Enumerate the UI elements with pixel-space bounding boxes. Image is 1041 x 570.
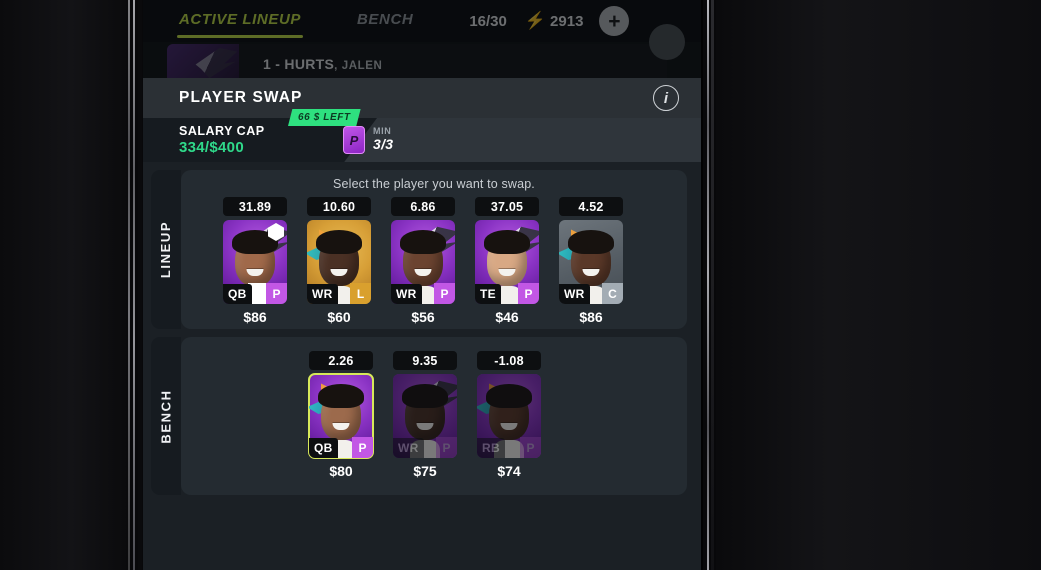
sidebar-item-bench[interactable]: BENCH (151, 337, 181, 495)
player-position-bar: QB P (309, 437, 373, 458)
team-spikes-icon (489, 378, 541, 418)
min-text: MIN 3/3 (373, 126, 394, 153)
player-tier-badge: P (434, 283, 455, 304)
player-position: QB (223, 283, 252, 304)
player-tier-badge: P (518, 283, 539, 304)
player-tier-badge: C (602, 283, 623, 304)
player-score: 2.26 (309, 351, 373, 370)
player-position-bar: TE P (475, 283, 539, 304)
lineup-section: LINEUP Select the player you want to swa… (151, 170, 687, 329)
player-card[interactable]: 4.52 WR C $86 (559, 197, 623, 325)
player-portrait: WR P (391, 220, 455, 304)
phone-bezel-left-2 (133, 0, 135, 570)
player-card[interactable]: 9.35 WR P $75 (393, 351, 457, 479)
player-jersey (410, 440, 440, 458)
player-score: -1.08 (477, 351, 541, 370)
modal-header: PLAYER SWAP i (143, 78, 701, 118)
player-portrait: WR C (559, 220, 623, 304)
player-card[interactable]: 2.26 QB P $80 (308, 351, 374, 479)
player-card[interactable]: 10.60 WR L $60 (307, 197, 371, 325)
modal-body: LINEUP Select the player you want to swa… (143, 162, 701, 570)
player-score: 37.05 (475, 197, 539, 216)
player-head (402, 384, 448, 440)
backdrop-right (716, 0, 1041, 570)
player-portrait: WR P (393, 374, 457, 458)
player-position-bar: WR L (307, 283, 371, 304)
player-price: $74 (497, 463, 521, 479)
player-jersey (494, 440, 524, 458)
player-position: WR (393, 437, 424, 458)
info-icon[interactable]: i (653, 85, 679, 111)
phone-bezel-right-2 (707, 0, 709, 570)
player-score: 31.89 (223, 197, 287, 216)
player-price: $56 (411, 309, 435, 325)
salary-cap-bar: SALARY CAP 334/$400 66 $ LEFT P MIN 3/3 (143, 109, 701, 162)
player-score: 4.52 (559, 197, 623, 216)
player-position-bar: QB P (223, 283, 287, 304)
player-swap-modal: PLAYER SWAP i SALARY CAP 334/$400 66 $ L… (143, 78, 701, 570)
player-card[interactable]: 37.05 TE P $46 (475, 197, 539, 325)
player-price: $75 (413, 463, 437, 479)
premium-card-icon: P (343, 126, 365, 154)
player-position: RB (477, 437, 505, 458)
player-position: QB (309, 437, 338, 458)
player-tier-badge: P (436, 437, 457, 458)
team-logo-icon (412, 380, 457, 416)
min-value: 3/3 (373, 136, 394, 153)
player-position: TE (475, 283, 501, 304)
player-head (400, 230, 446, 286)
player-tier-badge: P (352, 437, 373, 458)
player-head (484, 230, 530, 286)
phone-bezel-left-3 (138, 0, 142, 570)
player-score: 9.35 (393, 351, 457, 370)
player-head (568, 230, 614, 286)
phone-bezel-left (128, 0, 130, 570)
team-fin-icon (477, 396, 519, 414)
player-tier-badge: P (266, 283, 287, 304)
player-head (318, 384, 364, 440)
sidebar-item-lineup-label: LINEUP (158, 220, 174, 279)
player-score: 6.86 (391, 197, 455, 216)
page-title: PLAYER SWAP (179, 89, 303, 106)
player-position: WR (307, 283, 338, 304)
player-position: WR (559, 283, 590, 304)
sidebar-item-bench-label: BENCH (158, 388, 174, 444)
phone-screen: ACTIVE LINEUP BENCH 16/30 ⚡ 2913 + 1 - H… (143, 0, 701, 570)
player-position-bar: RB P (477, 437, 541, 458)
bench-card-row: 2.26 QB P $80 9.35 WR P $75 -1.08 RB P $74 (181, 337, 687, 479)
player-portrait: TE P (475, 220, 539, 304)
player-head (486, 384, 532, 440)
player-price: $86 (243, 309, 267, 325)
bench-section: BENCH 2.26 QB P $80 9.35 WR P $75 -1.08 RB P $74 (151, 337, 687, 495)
screenshot-root: ACTIVE LINEUP BENCH 16/30 ⚡ 2913 + 1 - H… (0, 0, 1041, 570)
player-price: $46 (495, 309, 519, 325)
player-head (232, 230, 278, 286)
lineup-card-row: 31.89 QB P $86 10.60 WR L $60 6.86 WR P $56 37.05 TE P… (181, 191, 687, 325)
player-score: 10.60 (307, 197, 371, 216)
player-tier-badge: L (350, 283, 371, 304)
phone-bezel-right-3 (711, 0, 714, 570)
min-requirement-group: P MIN 3/3 (343, 118, 393, 162)
player-head (316, 230, 362, 286)
player-card[interactable]: 31.89 QB P $86 (223, 197, 287, 325)
player-position-bar: WR P (391, 283, 455, 304)
player-portrait: QB P (308, 373, 374, 459)
player-price: $60 (327, 309, 351, 325)
swap-hint: Select the player you want to swap. (333, 177, 535, 191)
player-position-bar: WR P (393, 437, 457, 458)
player-position-bar: WR C (559, 283, 623, 304)
player-position: WR (391, 283, 422, 304)
player-portrait: RB P (477, 374, 541, 458)
player-card[interactable]: -1.08 RB P $74 (477, 351, 541, 479)
backdrop-left (0, 0, 130, 570)
player-tier-badge: P (520, 437, 541, 458)
sidebar-item-lineup[interactable]: LINEUP (151, 170, 181, 329)
player-portrait: WR L (307, 220, 371, 304)
player-price: $86 (579, 309, 603, 325)
player-portrait: QB P (223, 220, 287, 304)
player-price: $80 (329, 463, 353, 479)
player-card[interactable]: 6.86 WR P $56 (391, 197, 455, 325)
